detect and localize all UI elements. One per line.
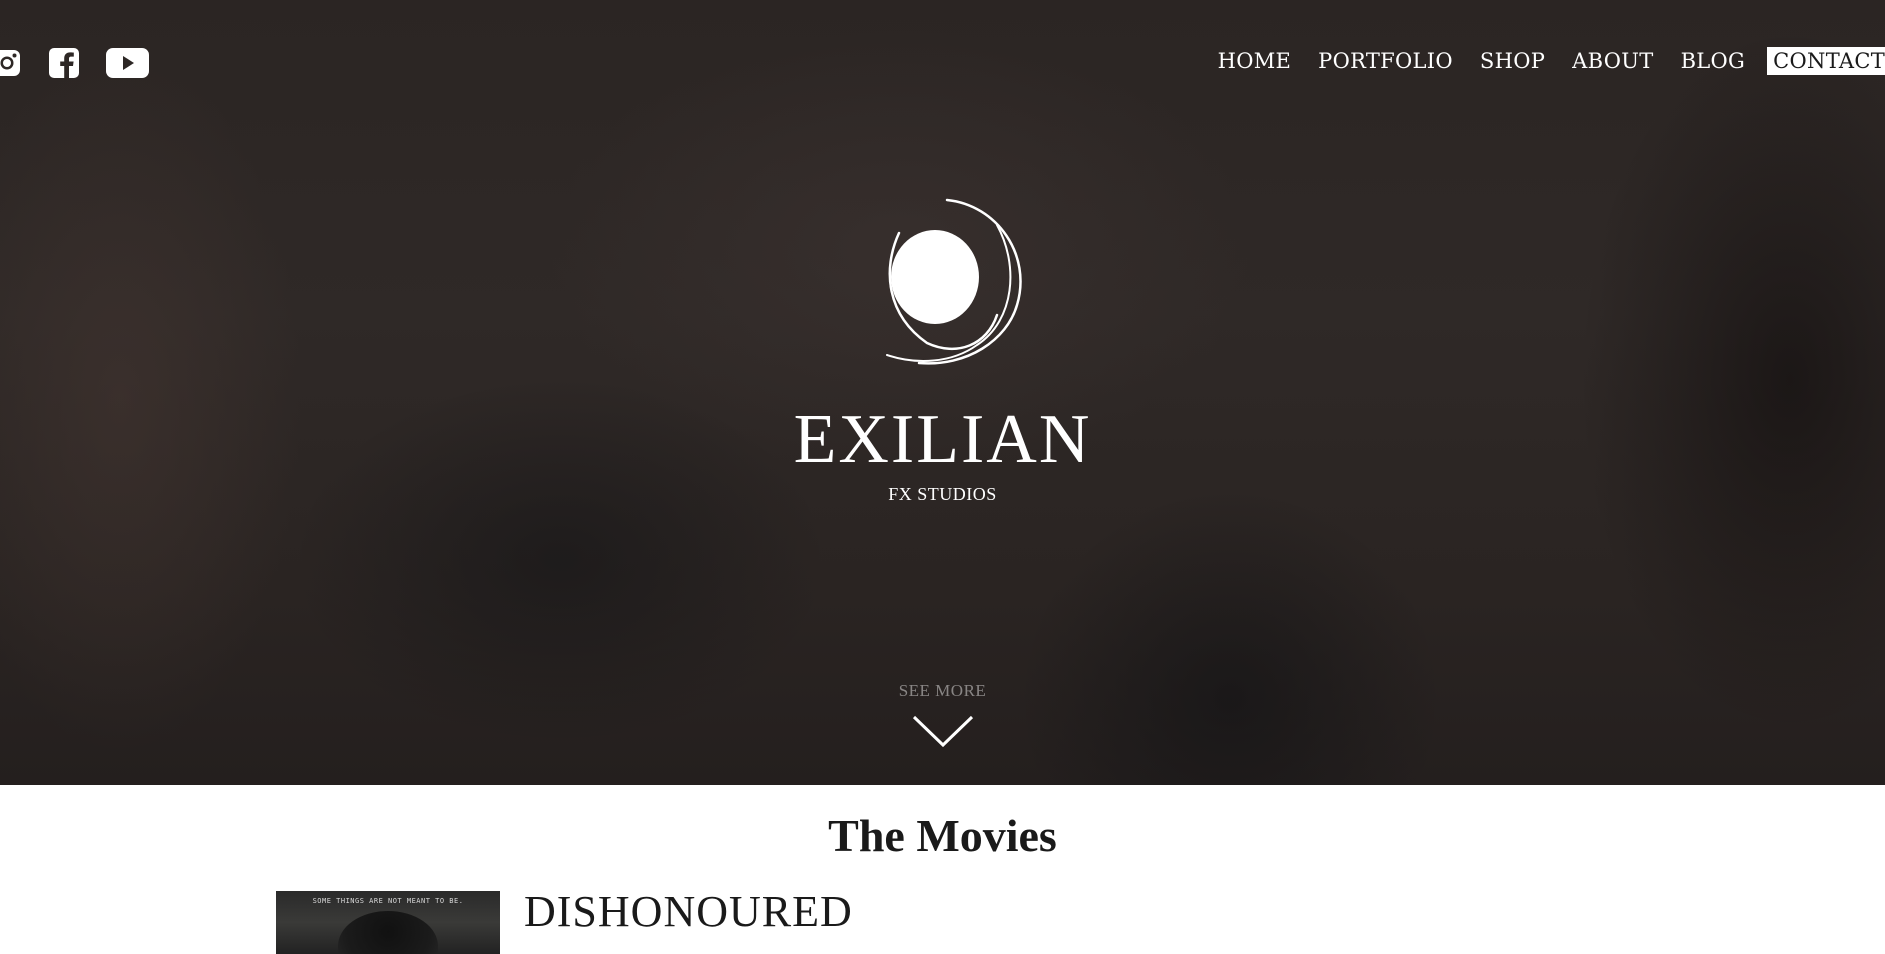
- poster-tagline: SOME THINGS ARE NOT MEANT TO BE.: [312, 897, 464, 905]
- nav-shop[interactable]: SHOP: [1480, 47, 1545, 75]
- see-more-label[interactable]: SEE MORE: [0, 681, 1885, 701]
- youtube-icon: [106, 48, 149, 78]
- nav-portfolio[interactable]: PORTFOLIO: [1318, 47, 1453, 75]
- facebook-icon: [49, 48, 79, 78]
- nav-home[interactable]: HOME: [1218, 47, 1292, 75]
- main-nav: HOME PORTFOLIO SHOP ABOUT BLOG CONTACT: [1191, 47, 1885, 75]
- instagram-link[interactable]: [0, 48, 22, 78]
- exilian-logo-icon: [886, 198, 1022, 365]
- chevron-down-icon[interactable]: [912, 715, 974, 749]
- nav-blog[interactable]: BLOG: [1681, 47, 1746, 75]
- brand-name: EXILIAN: [793, 401, 1092, 478]
- nav-about[interactable]: ABOUT: [1572, 47, 1653, 75]
- movie-poster[interactable]: SOME THINGS ARE NOT MEANT TO BE.: [276, 891, 500, 954]
- poster-figure: [338, 911, 438, 954]
- facebook-link[interactable]: [49, 48, 79, 78]
- page: HOME PORTFOLIO SHOP ABOUT BLOG CONTACT E…: [0, 0, 1885, 954]
- social-links: [0, 48, 149, 78]
- instagram-icon: [0, 50, 20, 76]
- youtube-link[interactable]: [106, 48, 149, 78]
- section-title: The Movies: [828, 810, 1057, 861]
- hero-section: HOME PORTFOLIO SHOP ABOUT BLOG CONTACT E…: [0, 0, 1885, 785]
- brand-tagline: FX STUDIOS: [888, 484, 997, 504]
- nav-contact[interactable]: CONTACT: [1767, 47, 1885, 75]
- movie-title[interactable]: DISHONOURED: [524, 884, 853, 940]
